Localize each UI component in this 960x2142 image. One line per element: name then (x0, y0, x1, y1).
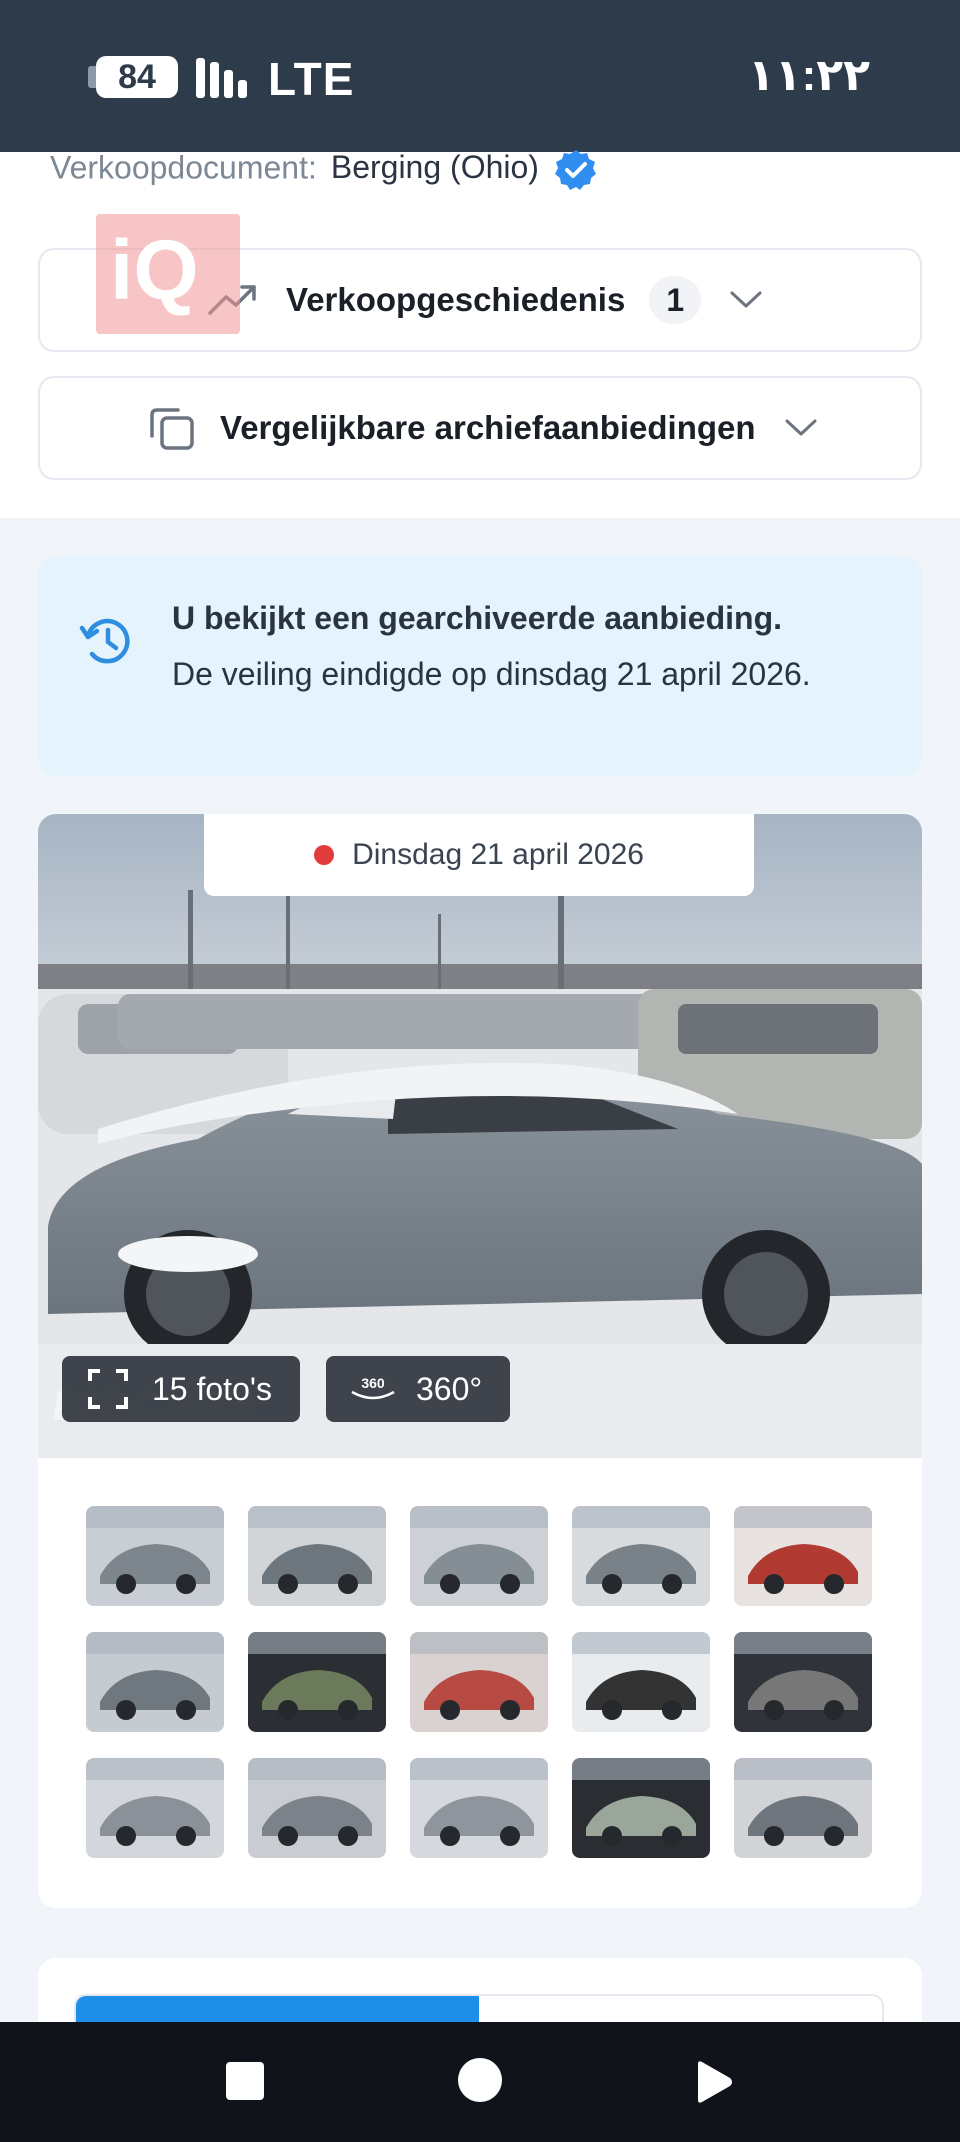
photo-thumbnail[interactable] (410, 1758, 548, 1858)
photos-button[interactable]: 15 foto's (62, 1356, 300, 1422)
signal-icon (196, 58, 256, 98)
verified-check-icon (554, 150, 596, 190)
photo-thumbnail[interactable] (410, 1632, 548, 1732)
nav-recent-icon[interactable] (226, 2062, 264, 2100)
photo-thumbnail[interactable] (410, 1506, 548, 1606)
photo-thumbnail[interactable] (572, 1632, 710, 1732)
sale-history-title: Verkoopgeschiedenis (286, 281, 626, 318)
battery-level: 84 (96, 56, 178, 98)
sale-document-label: Verkoopdocument: (50, 149, 317, 186)
main-vehicle-photo[interactable]: Dinsdag 21 april 2026 BIDCARS 15 foto's … (38, 814, 922, 1458)
archived-notice-title: U bekijkt een gearchiveerde aanbieding. (172, 600, 782, 636)
photo-thumbnail[interactable] (86, 1506, 224, 1606)
archived-notice-text: De veiling eindigde op dinsdag 21 april … (172, 656, 811, 692)
chevron-down-icon (785, 419, 817, 436)
sale-history-count: 1 (649, 276, 702, 324)
iq-watermark-logo: iQ (96, 214, 240, 334)
chevron-down-icon (730, 291, 762, 308)
photos-button-label: 15 foto's (152, 1370, 272, 1407)
view-360-button[interactable]: 360 360° (326, 1356, 510, 1422)
view-360-label: 360° (416, 1370, 483, 1407)
photo-thumbnail[interactable] (734, 1632, 872, 1732)
battery-icon: 84 (88, 56, 178, 98)
nav-home-icon[interactable] (458, 2058, 502, 2102)
photo-thumbnail[interactable] (734, 1506, 872, 1606)
photo-thumbnail[interactable] (86, 1758, 224, 1858)
comparable-listings-title: Vergelijkbare archiefaanbiedingen (220, 409, 756, 446)
nav-back-icon[interactable] (694, 2060, 734, 2104)
photo-thumbnail[interactable] (248, 1758, 386, 1858)
thumbnail-grid (86, 1506, 876, 1858)
360-icon-text: 360 (361, 1375, 385, 1391)
360-view-icon: 360 (351, 1375, 395, 1400)
fullscreen-icon (88, 1369, 128, 1409)
history-icon (79, 618, 130, 664)
photo-thumbnail[interactable] (248, 1506, 386, 1606)
network-type: LTE (268, 53, 355, 105)
auction-date-chip: Dinsdag 21 april 2026 (204, 814, 754, 896)
auction-date: Dinsdag 21 april 2026 (352, 838, 644, 871)
sale-document-row: Verkoopdocument: Berging (Ohio) (50, 148, 598, 192)
status-bar: 84 LTE ١١:٢٢ (0, 0, 960, 152)
photo-thumbnail[interactable] (572, 1758, 710, 1858)
clock: ١١:٢٢ (747, 51, 870, 100)
live-dot (314, 845, 335, 865)
photo-thumbnail[interactable] (86, 1632, 224, 1732)
comparable-listings-accordion[interactable]: Vergelijkbare archiefaanbiedingen (38, 376, 922, 480)
system-navigation-bar (0, 2022, 960, 2142)
sale-document-value: Berging (Ohio) (330, 149, 539, 186)
archived-notice: U bekijkt een gearchiveerde aanbieding. … (38, 556, 922, 776)
photo-thumbnail[interactable] (734, 1758, 872, 1858)
photo-gallery-card: Dinsdag 21 april 2026 BIDCARS 15 foto's … (38, 814, 922, 1908)
copy-icon (150, 408, 194, 450)
photo-thumbnail[interactable] (248, 1632, 386, 1732)
photo-thumbnail[interactable] (572, 1506, 710, 1606)
